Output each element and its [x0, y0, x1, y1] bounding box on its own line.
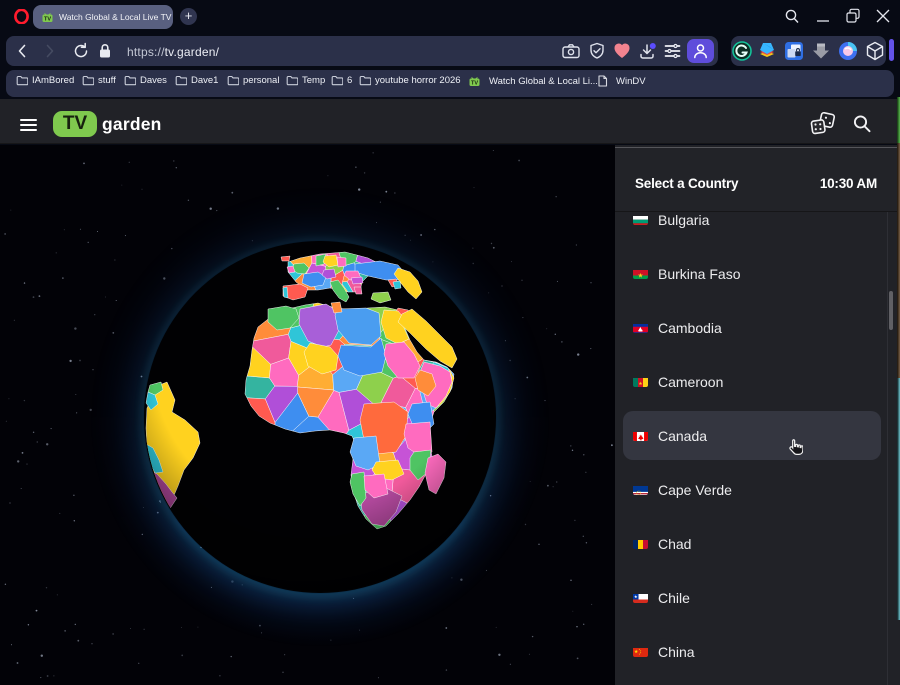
svg-text:TV: TV — [44, 17, 51, 23]
svg-text:TV: TV — [471, 81, 478, 87]
